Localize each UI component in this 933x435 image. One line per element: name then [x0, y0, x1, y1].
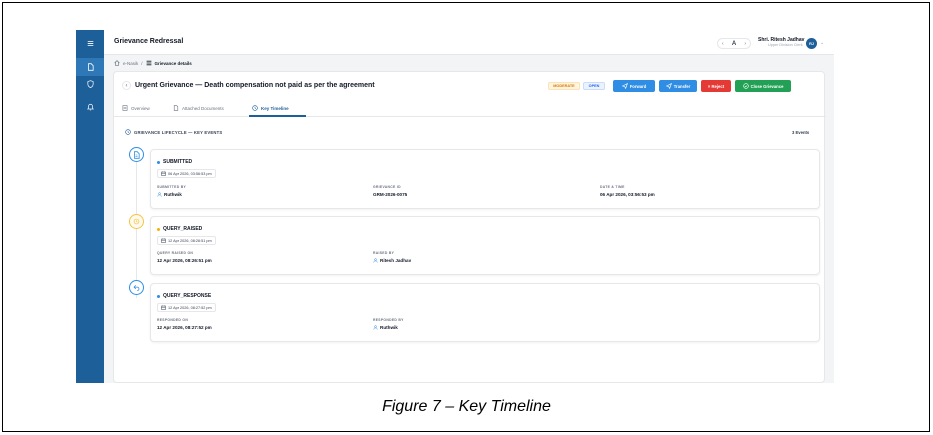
- user-icon: [157, 192, 162, 197]
- event-title-text: QUERY_RAISED: [163, 226, 203, 232]
- shield-icon[interactable]: [76, 75, 104, 93]
- reject-label: × Reject: [707, 83, 725, 89]
- grievance-header: ‹ Urgent Grievance — Death compensation …: [114, 72, 826, 99]
- tab-overview[interactable]: Overview: [122, 99, 150, 117]
- figure-caption: Figure 7 – Key Timeline: [382, 398, 551, 415]
- query-raised-on-value: 12 Apr 2026, 08:26:51 pm: [157, 258, 212, 263]
- status-badge: OPEN: [583, 82, 605, 90]
- breadcrumb-current: Grievance details: [154, 60, 192, 66]
- raised-by-value: Ritesh Jadhav: [380, 258, 412, 263]
- event-dot: [157, 160, 160, 164]
- field-label: GRIEVANCE ID: [373, 185, 401, 189]
- close-grievance-label: Close Grievance: [750, 83, 784, 89]
- close-grievance-button[interactable]: Close Grievance: [735, 80, 791, 92]
- bell-icon[interactable]: [76, 98, 104, 116]
- reply-node-icon: [129, 280, 144, 295]
- transfer-button[interactable]: Transfer: [659, 80, 697, 92]
- zoom-increase-button[interactable]: ›: [744, 41, 746, 47]
- send-icon: [621, 83, 628, 89]
- events-count: 3 Events: [792, 130, 810, 135]
- grievance-title: Urgent Grievance — Death compensation no…: [135, 82, 375, 89]
- chevron-down-icon[interactable]: ⌄: [820, 40, 824, 46]
- breadcrumb: e-Nasik / Grievance details: [114, 60, 192, 66]
- field-label: SUBMITTED BY: [157, 185, 187, 189]
- user-icon: [373, 258, 378, 263]
- grievance-card: ‹ Urgent Grievance — Death compensation …: [113, 71, 826, 383]
- transfer-label: Transfer: [673, 83, 691, 89]
- event-title: QUERY_RESPONSE: [157, 293, 211, 299]
- field-value: Ruthwik: [373, 325, 398, 330]
- priority-badge: MODERATE: [548, 82, 580, 90]
- timeline-event-query-response: QUERY_RESPONSE 12 Apr 2026, 08:27:52 pm …: [150, 283, 820, 342]
- event-dot: [157, 294, 160, 298]
- query-raised-node-icon: [129, 214, 144, 229]
- calendar-icon: [161, 305, 166, 310]
- send-icon: [665, 83, 672, 89]
- event-title: QUERY_RAISED: [157, 226, 202, 232]
- top-bar: Grievance Redressal ‹ A › Shri. Ritesh J…: [104, 30, 834, 55]
- event-title-text: QUERY_RESPONSE: [163, 293, 212, 299]
- timeline-heading-text: GRIEVANCE LIFECYCLE — KEY EVENTS: [134, 129, 223, 135]
- field-label: RESPONDED BY: [373, 318, 404, 322]
- calendar-icon: [161, 171, 166, 176]
- tab-key-timeline-label: Key Timeline: [261, 105, 289, 111]
- clock-icon: [252, 105, 258, 111]
- tab-attached-documents-label: Attached Documents: [182, 105, 224, 111]
- event-time-chip: 12 Apr 2026, 08:27:52 pm: [157, 303, 216, 312]
- field-label: QUERY RAISED ON: [157, 251, 194, 255]
- field-label: RESPONDED ON: [157, 318, 189, 322]
- submitted-by-value: Ruthwik: [164, 192, 182, 197]
- timeline-event-submitted: SUBMITTED 06 Apr 2026, 03:56:53 pm SUBMI…: [150, 149, 820, 209]
- forward-button[interactable]: Forward: [613, 80, 655, 92]
- reject-button[interactable]: × Reject: [701, 80, 731, 92]
- user-icon: [373, 325, 378, 330]
- event-time: 06 Apr 2026, 03:56:53 pm: [168, 171, 212, 176]
- check-circle-icon: [742, 83, 749, 89]
- document-icon: [173, 105, 179, 111]
- app-window: Grievance Redressal ‹ A › Shri. Ritesh J…: [104, 30, 834, 383]
- event-time: 12 Apr 2026, 08:26:51 pm: [168, 238, 212, 243]
- file-icon: [122, 105, 128, 111]
- clock-icon: [125, 129, 131, 135]
- timeline-event-query-raised: QUERY_RAISED 12 Apr 2026, 08:26:51 pm QU…: [150, 216, 820, 275]
- date-time-value: 06 Apr 2026, 03:56:53 pm: [600, 192, 655, 197]
- submitted-node-icon: [129, 147, 144, 162]
- tab-bar: Overview Attached Documents Key Timeline: [114, 99, 826, 117]
- event-time-chip: 06 Apr 2026, 03:56:53 pm: [157, 169, 216, 178]
- breadcrumb-separator: /: [141, 60, 143, 66]
- grievance-id-value: GRM-2026-0075: [373, 192, 408, 197]
- field-label: RAISED BY: [373, 251, 395, 255]
- event-title-text: SUBMITTED: [163, 159, 193, 165]
- list-icon: [146, 60, 152, 66]
- timeline-heading: GRIEVANCE LIFECYCLE — KEY EVENTS: [125, 129, 222, 135]
- tab-attached-documents[interactable]: Attached Documents: [173, 99, 224, 117]
- field-value: Ritesh Jadhav: [373, 258, 411, 263]
- tab-overview-label: Overview: [131, 105, 150, 111]
- event-dot: [157, 227, 160, 231]
- event-time-chip: 12 Apr 2026, 08:26:51 pm: [157, 236, 216, 245]
- back-button[interactable]: ‹: [122, 81, 131, 90]
- zoom-decrease-button[interactable]: ‹: [722, 41, 724, 47]
- user-role: Upper Division Clerk: [768, 43, 803, 47]
- responded-on-value: 12 Apr 2026, 08:27:52 pm: [157, 325, 212, 330]
- font-size-control[interactable]: ‹ A ›: [717, 38, 751, 49]
- avatar[interactable]: RJ: [806, 38, 817, 49]
- calendar-icon: [161, 238, 166, 243]
- event-time: 12 Apr 2026, 08:27:52 pm: [168, 305, 212, 310]
- menu-icon[interactable]: [76, 34, 104, 52]
- active-tab-indicator: [249, 115, 306, 117]
- font-size-label: A: [731, 40, 737, 47]
- event-title: SUBMITTED: [157, 159, 192, 165]
- home-icon[interactable]: [114, 60, 120, 66]
- side-rail: [76, 30, 104, 383]
- document-icon[interactable]: [76, 58, 104, 76]
- breadcrumb-root[interactable]: e-Nasik: [123, 61, 138, 66]
- forward-label: Forward: [629, 83, 647, 89]
- field-label: DATE & TIME: [600, 185, 625, 189]
- responded-by-value: Ruthwik: [380, 325, 398, 330]
- field-value: Ruthwik: [157, 192, 182, 197]
- app-title: Grievance Redressal: [114, 38, 184, 45]
